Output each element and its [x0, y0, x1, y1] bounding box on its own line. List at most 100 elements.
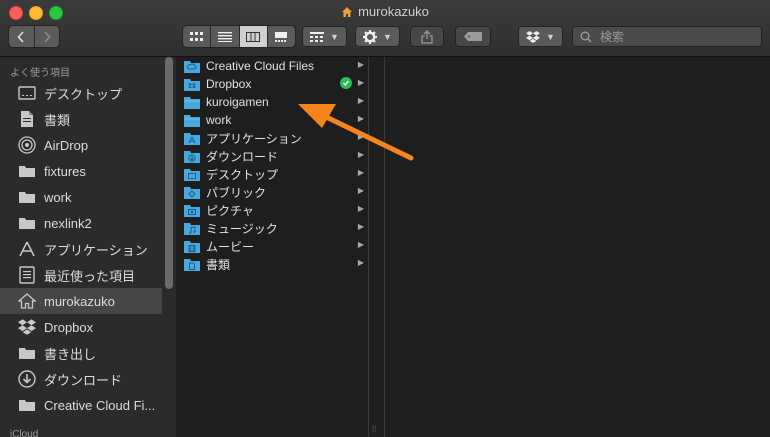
chevron-right-icon: [44, 30, 51, 43]
column-item-label: デスクトップ: [206, 167, 279, 182]
dropbox-icon: [17, 317, 37, 337]
movies-folder-icon: [184, 239, 200, 253]
folder-icon: [184, 113, 200, 127]
column-item-kuroigamen[interactable]: kuroigamen ▶: [177, 93, 368, 111]
sidebar-item-home[interactable]: murokazuko: [0, 288, 162, 314]
document-icon: [17, 109, 37, 129]
column-item-creative-cloud-files[interactable]: Creative Cloud Files ▶: [177, 57, 368, 75]
column-item-pictures[interactable]: ピクチャ ▶: [177, 201, 368, 219]
sidebar-item-label: nexlink2: [44, 215, 92, 231]
group-icon: [310, 31, 325, 42]
sidebar-item-applications[interactable]: アプリケーション: [0, 236, 162, 262]
disclosure-arrow-icon: ▶: [357, 132, 364, 141]
sidebar-item-label: work: [44, 189, 72, 205]
sidebar-item-desktop[interactable]: デスクトップ: [0, 80, 162, 106]
column-view-button[interactable]: [239, 26, 268, 47]
recents-icon: [17, 265, 37, 285]
dropbox-icon: [526, 30, 541, 43]
favorites-heading: よく使う項目: [10, 68, 70, 79]
sidebar-item-fixtures[interactable]: fixtures: [0, 158, 162, 184]
column-item-desktop[interactable]: デスクトップ ▶: [177, 165, 368, 183]
search-field[interactable]: [572, 26, 762, 47]
downloads-folder-icon: [184, 149, 200, 163]
back-button[interactable]: [9, 26, 35, 47]
list-icon: [217, 31, 232, 42]
sidebar-item-recents[interactable]: 最近使った項目: [0, 262, 162, 288]
folder-icon: [17, 161, 37, 181]
column-item-movies[interactable]: ムービー ▶: [177, 237, 368, 255]
grid-icon: [189, 31, 203, 41]
view-mode-control: [183, 26, 295, 47]
column-item-label: kuroigamen: [206, 95, 269, 109]
gallery-icon: [275, 31, 288, 42]
columns-icon: [246, 31, 261, 42]
chevron-down-icon: ▼: [330, 31, 339, 42]
sidebar-item-downloads[interactable]: ダウンロード: [0, 366, 162, 392]
tags-button[interactable]: [455, 26, 491, 47]
window-title-text: murokazuko: [358, 4, 429, 19]
sidebar-item-label: ダウンロード: [44, 372, 123, 388]
list-view-button[interactable]: [211, 26, 240, 47]
sidebar-item-label: アプリケーション: [44, 242, 148, 258]
gallery-view-button[interactable]: [267, 26, 295, 47]
column-item-applications[interactable]: アプリケーション ▶: [177, 129, 368, 147]
sidebar-item-airdrop[interactable]: AirDrop: [0, 132, 162, 158]
pictures-folder-icon: [184, 203, 200, 217]
column-item-label: ミュージック: [206, 221, 278, 236]
toolbar: murokazuko ▼ ▼ ▼ 検索: [0, 0, 770, 57]
column-item-label: パブリック: [206, 185, 267, 200]
disclosure-arrow-icon: ▶: [357, 60, 364, 69]
chevron-down-icon: ▼: [546, 31, 555, 42]
share-button[interactable]: [410, 26, 444, 47]
folder-icon: [184, 95, 200, 109]
sidebar-item-creative-cloud[interactable]: Creative Cloud Fi...: [0, 392, 162, 418]
column-item-documents[interactable]: 書類 ▶: [177, 255, 368, 273]
column-resize-handle[interactable]: ||: [372, 424, 376, 433]
column-item-label: Dropbox: [206, 77, 252, 91]
sidebar-item-nexlink2[interactable]: nexlink2: [0, 210, 162, 236]
sidebar-item-dropbox[interactable]: Dropbox: [0, 314, 162, 340]
airdrop-icon: [17, 135, 37, 155]
sidebar-scrollbar[interactable]: [165, 57, 173, 289]
column-item-label: work: [206, 113, 232, 127]
sidebar-item-label: デスクトップ: [44, 86, 123, 102]
dropbox-menu-button[interactable]: ▼: [518, 26, 563, 47]
folder-icon: [17, 343, 37, 363]
action-button[interactable]: ▼: [355, 26, 400, 47]
sidebar-item-work[interactable]: work: [0, 184, 162, 210]
sidebar-item-label: 書類: [44, 112, 71, 128]
column-item-label: アプリケーション: [206, 131, 302, 146]
icon-view-button[interactable]: [183, 26, 212, 47]
share-icon: [421, 29, 433, 44]
disclosure-arrow-icon: ▶: [357, 96, 364, 105]
group-by-button[interactable]: ▼: [302, 26, 347, 47]
icloud-heading: iCloud: [10, 429, 39, 437]
home-icon: [17, 291, 37, 311]
sidebar-item-label: 書き出し: [44, 346, 97, 362]
sidebar-item-label: Dropbox: [44, 319, 94, 335]
column-item-work[interactable]: work ▶: [177, 111, 368, 129]
gear-icon: [363, 29, 378, 44]
chevron-down-icon: ▼: [383, 31, 392, 42]
column-item-music[interactable]: ミュージック ▶: [177, 219, 368, 237]
nav-buttons: [9, 26, 59, 47]
column-item-dropbox[interactable]: Dropbox ▶: [177, 75, 368, 93]
column-item-downloads[interactable]: ダウンロード ▶: [177, 147, 368, 165]
column-empty: [384, 57, 770, 437]
applications-folder-icon: [184, 131, 200, 145]
sidebar-item-label: AirDrop: [44, 137, 89, 153]
column-item-public[interactable]: パブリック ▶: [177, 183, 368, 201]
sidebar-item-export[interactable]: 書き出し: [0, 340, 162, 366]
search-input[interactable]: [598, 28, 752, 45]
forward-button[interactable]: [34, 26, 59, 47]
desktop-folder-icon: [184, 167, 200, 181]
sidebar-item-documents[interactable]: 書類: [0, 106, 162, 132]
finder-window: murokazuko ▼ ▼ ▼ 検索 よく使う項目 デスクトップ 書類 Air…: [0, 0, 770, 437]
disclosure-arrow-icon: ▶: [357, 168, 364, 177]
desktop-icon: [17, 83, 37, 103]
dropbox-folder-icon: [184, 77, 200, 91]
column-item-label: 書類: [206, 257, 231, 272]
music-folder-icon: [184, 221, 200, 235]
sidebar-item-label: 最近使った項目: [44, 268, 136, 284]
tag-icon: [464, 32, 482, 41]
